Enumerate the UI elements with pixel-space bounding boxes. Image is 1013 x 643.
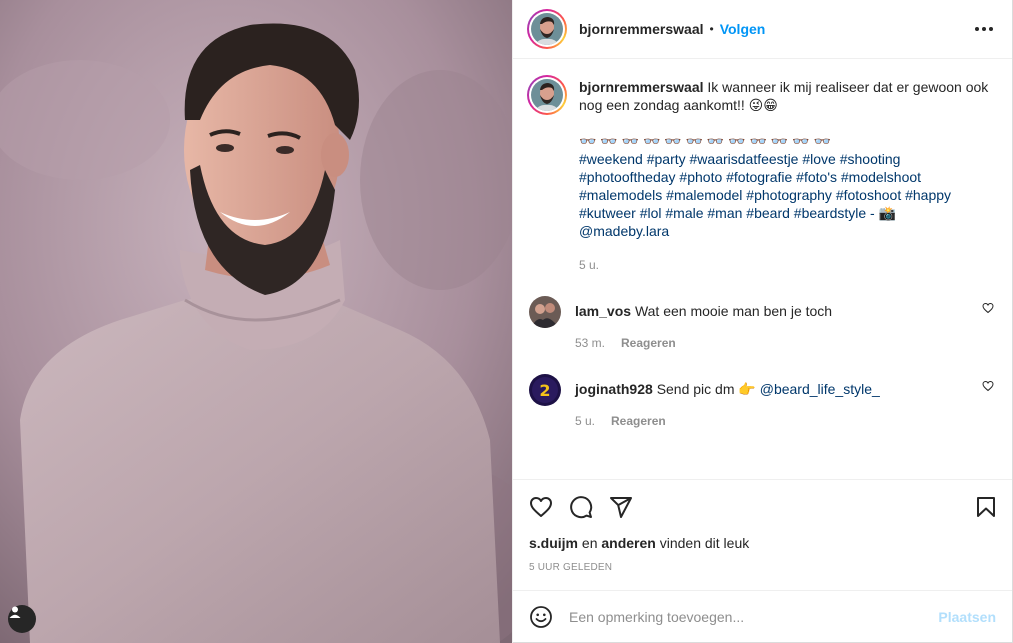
comments-list: bjornremmerswaal Ik wanneer ik mij reali… [513, 59, 1012, 479]
comment-text: Send pic dm 👉 [656, 381, 756, 397]
add-comment-bar: Plaatsen [513, 590, 1012, 643]
post-header: bjornremmerswaal • Volgen [513, 0, 1012, 59]
heart-icon[interactable] [529, 495, 553, 519]
more-options-icon[interactable] [972, 17, 996, 41]
comment-item: lam_vos Wat een mooie man ben je toch 53… [527, 296, 996, 352]
separator-dot: • [709, 22, 714, 36]
post-actions [513, 479, 1012, 534]
comment-like-heart-icon[interactable] [982, 302, 994, 314]
bookmark-icon[interactable] [974, 495, 998, 519]
emoji-icon[interactable] [529, 605, 553, 629]
likes-first-user[interactable]: s.duijm [529, 535, 578, 551]
comment-text: Wat een mooie man ben je toch [634, 303, 833, 319]
caption-mention[interactable]: @madeby.lara [579, 222, 990, 240]
post-side-panel: bjornremmerswaal • Volgen bjornremmerswa… [512, 0, 1012, 643]
comment-mention[interactable]: @beard_life_style_ [760, 381, 880, 397]
avatar [531, 79, 563, 111]
svg-text:2: 2 [539, 381, 550, 400]
post-caption: bjornremmerswaal Ik wanneer ik mij reali… [527, 75, 996, 274]
comment-item: 2 joginath928 Send pic dm 👉 @beard_life_… [527, 374, 996, 430]
comment-time[interactable]: 53 m. [575, 334, 605, 352]
post-timestamp[interactable]: 5 uur geleden [513, 562, 1012, 590]
follow-button[interactable]: Volgen [720, 21, 766, 37]
post-photo[interactable] [0, 0, 512, 643]
comment-username[interactable]: joginath928 [575, 381, 653, 397]
comment-icon[interactable] [569, 495, 593, 519]
author-avatar-ring[interactable] [527, 9, 567, 49]
post-dialog: bjornremmerswaal • Volgen bjornremmerswa… [0, 0, 1013, 643]
comment-input[interactable] [569, 609, 939, 625]
comment-like-heart-icon[interactable] [982, 380, 994, 392]
likes-suffix: vinden dit leuk [659, 535, 750, 551]
commenter-avatar[interactable]: 2 [529, 374, 561, 406]
comment-time[interactable]: 5 u. [575, 412, 595, 430]
caption-avatar-ring[interactable] [527, 75, 567, 115]
hashtags-line-2[interactable]: #photooftheday #photo #fotografie #foto'… [579, 168, 990, 186]
caption-glasses: 👓 👓 👓 👓 👓 👓 👓 👓 👓 👓 👓 👓 [579, 133, 831, 149]
hashtags-line-4[interactable]: #kutweer #lol #male #man #beard #beardst… [579, 205, 875, 221]
likes-others[interactable]: anderen [601, 535, 655, 551]
reply-button[interactable]: Reageren [621, 334, 676, 352]
likes-summary: s.duijm en anderen vinden dit leuk [513, 534, 1012, 552]
author-username[interactable]: bjornremmerswaal [579, 21, 704, 37]
caption-username[interactable]: bjornremmerswaal [579, 79, 704, 95]
avatar [531, 13, 563, 45]
reply-button[interactable]: Reageren [611, 412, 666, 430]
post-comment-button[interactable]: Plaatsen [938, 609, 996, 625]
share-icon[interactable] [609, 495, 633, 519]
caption-time[interactable]: 5 u. [579, 256, 599, 274]
portrait-image [0, 0, 512, 643]
commenter-avatar[interactable] [529, 296, 561, 328]
camera-emoji: 📸 [878, 205, 897, 221]
user-tag-icon[interactable] [8, 605, 36, 633]
hashtags-line-1[interactable]: #weekend #party #waarisdatfeestje #love … [579, 150, 990, 168]
comment-username[interactable]: lam_vos [575, 303, 631, 319]
hashtags-line-3[interactable]: #malemodels #malemodel #photography #fot… [579, 186, 990, 204]
likes-and: en [581, 535, 598, 551]
